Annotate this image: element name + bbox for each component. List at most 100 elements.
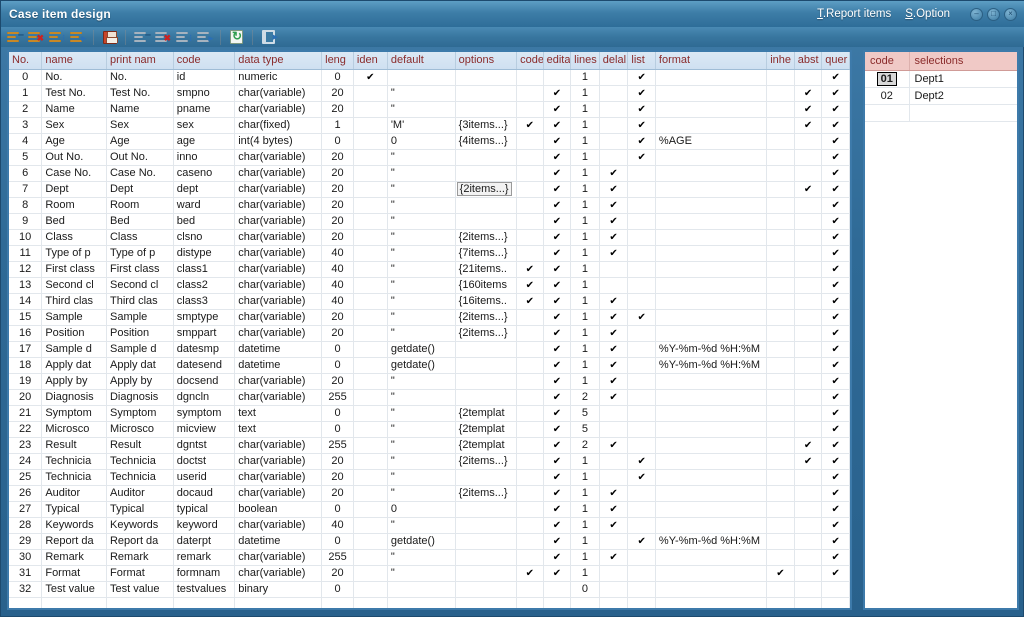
cell-code2[interactable]	[516, 149, 544, 166]
cell-data_type[interactable]: char(variable)	[234, 373, 323, 390]
table-row[interactable]: 6 Case No. Case No. caseno char(variable) 20 "…	[9, 165, 850, 182]
cell-quer[interactable]: ✔	[821, 437, 850, 454]
cell-quer[interactable]: ✔	[821, 101, 850, 118]
cell-edita[interactable]: ✔	[543, 117, 572, 134]
cell-iden[interactable]	[353, 549, 388, 566]
cell-name[interactable]: Microsco	[41, 421, 107, 438]
cell-code[interactable]: dept	[173, 181, 236, 198]
selections-cell-selections[interactable]: Dept1	[909, 70, 1017, 88]
cell-abst[interactable]	[794, 149, 823, 166]
cell-print_name[interactable]: Dept	[106, 181, 174, 198]
cell-leng[interactable]: 20	[321, 149, 354, 166]
cell-data_type[interactable]: char(variable)	[234, 389, 323, 406]
cell-quer[interactable]: ✔	[821, 261, 850, 278]
cell-no[interactable]: 19	[9, 373, 43, 390]
cell-options[interactable]	[455, 373, 518, 390]
cell-code[interactable]: pname	[173, 101, 236, 118]
cell-no[interactable]: 20	[9, 389, 43, 406]
table-row[interactable]: 8 Room Room ward char(variable) 20 " ✔ 1 ✔ ✔	[9, 197, 850, 214]
cell-name[interactable]: Technicia	[41, 469, 107, 486]
table-row[interactable]: 30 Remark Remark remark char(variable) 255 " ✔ 1…	[9, 549, 850, 566]
cell-options[interactable]	[455, 341, 518, 358]
cell-abst[interactable]	[794, 309, 823, 326]
cell-code[interactable]: dgntst	[173, 437, 236, 454]
cell-list[interactable]	[627, 197, 656, 214]
cell-inhe[interactable]	[766, 261, 795, 278]
cell-inhe[interactable]	[766, 389, 795, 406]
cell-options[interactable]	[455, 389, 518, 406]
cell-name[interactable]: Report da	[41, 533, 107, 550]
cell-inhe[interactable]	[766, 533, 795, 550]
cell-no[interactable]: 12	[9, 261, 43, 278]
cell-lines[interactable]: 1	[570, 229, 600, 246]
cell-inhe[interactable]	[766, 341, 795, 358]
table-row[interactable]: 10 Class Class clsno char(variable) 20 " {2item…	[9, 229, 850, 246]
cell-iden[interactable]	[353, 101, 388, 118]
cell-options[interactable]	[455, 69, 518, 86]
cell-delal[interactable]	[599, 261, 629, 278]
cell-data_type[interactable]: datetime	[234, 341, 323, 358]
cell-abst[interactable]	[794, 597, 823, 608]
cell-leng[interactable]: 40	[321, 517, 354, 534]
cell-code[interactable]: docaud	[173, 485, 236, 502]
cell-print_name[interactable]: Report da	[106, 533, 174, 550]
cell-list[interactable]: ✔	[627, 69, 656, 86]
cell-options[interactable]: {4items...}	[455, 133, 518, 150]
cell-edita[interactable]: ✔	[543, 341, 572, 358]
cell-name[interactable]: Typical	[41, 501, 107, 518]
cell-name[interactable]: Auditor	[41, 485, 107, 502]
cell-delal[interactable]	[599, 597, 629, 608]
cell-quer[interactable]: ✔	[821, 245, 850, 262]
cell-abst[interactable]	[794, 293, 823, 310]
cell-print_name[interactable]: Type of p	[106, 245, 174, 262]
cell-default[interactable]: "	[387, 421, 456, 438]
selections-cell-code[interactable]	[865, 104, 910, 122]
cell-code[interactable]: class1	[173, 261, 236, 278]
cell-no[interactable]: 25	[9, 469, 43, 486]
cell-data_type[interactable]: binary	[234, 581, 323, 598]
cell-delal[interactable]	[599, 101, 629, 118]
cell-edita[interactable]: ✔	[543, 101, 572, 118]
cell-quer[interactable]: ✔	[821, 277, 850, 294]
cell-abst[interactable]	[794, 325, 823, 342]
cell-name[interactable]: Bed	[41, 213, 107, 230]
cell-code[interactable]: datesmp	[173, 341, 236, 358]
cell-no[interactable]: 22	[9, 421, 43, 438]
cell-quer[interactable]: ✔	[821, 421, 850, 438]
table-row[interactable]: 31 Format Format formnam char(variable) 20 " ✔ ✔…	[9, 565, 850, 582]
cell-inhe[interactable]	[766, 581, 795, 598]
table-row[interactable]: 11 Type of p Type of p distype char(variable…	[9, 245, 850, 262]
cell-edita[interactable]	[543, 69, 572, 86]
cell-inhe[interactable]	[766, 309, 795, 326]
cell-leng[interactable]: 0	[321, 341, 354, 358]
cell-data_type[interactable]: numeric	[234, 69, 323, 86]
cell-lines[interactable]: 1	[570, 485, 600, 502]
table-row[interactable]: 20 Diagnosis Diagnosis dgncln char(variable)…	[9, 389, 850, 406]
table-row[interactable]: 32 Test value Test value testvalues binary 0 0	[9, 581, 850, 598]
cell-leng[interactable]: 20	[321, 85, 354, 102]
restore-icon[interactable]: □	[987, 7, 1000, 21]
cell-print_name[interactable]: Class	[106, 229, 174, 246]
cell-iden[interactable]	[353, 293, 388, 310]
cell-code[interactable]: ward	[173, 197, 236, 214]
cell-print_name[interactable]: Typical	[106, 501, 174, 518]
cell-code[interactable]: formnam	[173, 565, 236, 582]
cell-default[interactable]: "	[387, 485, 456, 502]
cell-default[interactable]: getdate()	[387, 533, 456, 550]
cell-name[interactable]: Room	[41, 197, 107, 214]
cell-code2[interactable]	[516, 469, 544, 486]
cell-leng[interactable]: 20	[321, 213, 354, 230]
cell-print_name[interactable]: Bed	[106, 213, 174, 230]
cell-format[interactable]	[655, 229, 768, 246]
cell-name[interactable]: Second cl	[41, 277, 107, 294]
cell-delal[interactable]: ✔	[599, 341, 629, 358]
cell-quer[interactable]: ✔	[821, 325, 850, 342]
cell-quer[interactable]: ✔	[821, 517, 850, 534]
cell-code2[interactable]	[516, 373, 544, 390]
grid-header-name[interactable]: name	[41, 52, 107, 70]
cell-format[interactable]	[655, 517, 768, 534]
cell-options[interactable]	[455, 549, 518, 566]
delete-row-button[interactable]: ✖	[153, 28, 172, 46]
cell-data_type[interactable]: char(fixed)	[234, 117, 323, 134]
cell-inhe[interactable]	[766, 293, 795, 310]
